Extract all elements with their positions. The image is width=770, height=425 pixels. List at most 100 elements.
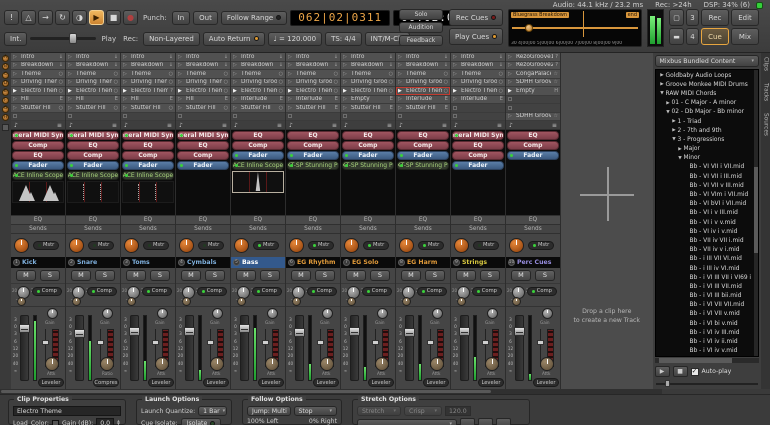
tree-item[interactable]: ▼Minor xyxy=(656,154,759,163)
master-assign-button[interactable]: Mstr xyxy=(33,241,59,250)
clip-slot[interactable]: ▷Stutter Fill○ xyxy=(231,104,285,113)
fader-handle[interactable] xyxy=(514,327,525,336)
clip-slot[interactable]: ▷Intro↓ xyxy=(176,53,230,62)
eq-section-tab[interactable]: EQ xyxy=(11,215,65,224)
inline-scope-display[interactable] xyxy=(67,181,119,203)
clip-play-icon[interactable]: ▷ xyxy=(178,54,184,60)
clip-play-icon[interactable]: ▷ xyxy=(343,62,349,68)
processor-fader[interactable]: Fader xyxy=(342,151,394,160)
channel-fader[interactable] xyxy=(405,315,414,382)
clip-slot[interactable]: ▷Driving Groove○ xyxy=(396,79,450,88)
comp-attack-knob[interactable] xyxy=(210,357,224,371)
comp-mode-button[interactable]: Leveler xyxy=(258,378,284,387)
clip-slot[interactable]: ▷RezoGroove2? xyxy=(506,62,560,71)
clip-play-icon[interactable]: ▷ xyxy=(453,71,459,77)
input-gain-knob[interactable] xyxy=(179,238,194,253)
tree-item[interactable]: Bb - VI i v III.mid xyxy=(656,209,759,218)
session-minimap[interactable]: Bluegrass Breakdown end 30 4|00|00 5|00|… xyxy=(508,9,642,47)
comp-mode-button[interactable]: Leveler xyxy=(423,378,449,387)
clip-slot[interactable]: ▷Stutter Fill○ xyxy=(121,104,175,113)
comp-attack-knob[interactable] xyxy=(430,357,444,371)
makeup-gain-knob[interactable] xyxy=(432,308,443,319)
processor-fader[interactable]: Fader xyxy=(452,161,504,170)
tree-horizontal-scrollbar[interactable] xyxy=(655,358,760,363)
clip-play-icon[interactable]: ▷ xyxy=(13,62,19,68)
clip-name-field[interactable]: Electro Theme xyxy=(13,406,121,416)
comp-enable-button[interactable]: Comp xyxy=(362,287,392,296)
tree-expand-icon[interactable]: ▶ xyxy=(671,119,678,124)
clip-slot[interactable] xyxy=(11,113,65,122)
tree-item[interactable]: ▶Major xyxy=(656,145,759,154)
clip-play-icon[interactable]: ▷ xyxy=(398,79,404,85)
clip-slot[interactable]: ▷Intro↓ xyxy=(11,53,65,62)
comp-mode-button[interactable]: Leveler xyxy=(313,378,339,387)
input-gain-knob[interactable] xyxy=(454,238,469,253)
non-layered-button[interactable]: Non-Layered xyxy=(143,32,200,46)
comp-enable-button[interactable]: Comp xyxy=(252,287,282,296)
master-assign-button[interactable]: Mstr xyxy=(143,241,169,250)
clip-slot[interactable]: ▷Intro↓ xyxy=(286,53,340,62)
clip-slot[interactable]: ▷Theme○ xyxy=(66,70,120,79)
clip-playing-icon[interactable]: ▶ xyxy=(453,88,459,94)
clip-play-icon[interactable]: ▷ xyxy=(508,62,514,68)
input-gain-knob[interactable] xyxy=(69,238,84,253)
processor-fader[interactable]: Fader xyxy=(67,161,119,170)
clip-play-icon[interactable]: ▷ xyxy=(508,79,514,85)
processor-fader[interactable]: Fader xyxy=(122,161,174,170)
clip-slot[interactable] xyxy=(396,113,450,122)
processor-eq[interactable]: EQ xyxy=(12,151,64,160)
processor-eq[interactable]: EQ xyxy=(232,131,284,140)
preview-volume-slider[interactable] xyxy=(655,379,760,388)
tree-item[interactable]: Bb - VI i v v.mid xyxy=(656,218,759,227)
track-options-icon[interactable]: ≡ xyxy=(222,122,227,129)
clip-slot[interactable]: ▷SDHH Groove☆ xyxy=(506,113,560,122)
preview-stop-button[interactable]: ■ xyxy=(673,366,688,377)
tree-item[interactable]: Bb - VI VII i VII.mid xyxy=(656,163,759,172)
clip-play-icon[interactable]: ▷ xyxy=(233,62,239,68)
clip-slot[interactable]: ▷Driving Theme○ xyxy=(66,79,120,88)
processor-fader[interactable]: Fader xyxy=(397,151,449,160)
makeup-gain-knob[interactable] xyxy=(47,308,58,319)
follow-action-dropdown[interactable]: Stop▾ xyxy=(294,406,338,416)
comp-attack-knob[interactable] xyxy=(485,357,499,371)
fader-handle[interactable] xyxy=(404,328,415,337)
tree-item[interactable]: Bb - i VI VII VII.mid xyxy=(656,301,759,310)
preview-play-button[interactable]: ▶ xyxy=(655,366,670,377)
comp-enable-button[interactable]: Comp xyxy=(307,287,337,296)
clip-play-icon[interactable]: ▷ xyxy=(508,71,514,77)
channel-fader[interactable] xyxy=(75,315,84,382)
fader-handle[interactable] xyxy=(184,327,195,336)
channel-fader[interactable] xyxy=(20,315,29,382)
clip-play-icon[interactable]: ▷ xyxy=(233,96,239,102)
cue-page-button[interactable]: Cue xyxy=(701,28,729,45)
clip-slot[interactable]: ▶Electro Theme○ xyxy=(396,87,450,96)
comp-enable-button[interactable]: Comp xyxy=(32,287,62,296)
clip-slot[interactable]: ▷Driving Groove○ xyxy=(451,79,505,88)
processor-eq[interactable]: EQ xyxy=(397,131,449,140)
inline-scope-display[interactable] xyxy=(122,181,174,203)
clip-slot[interactable]: ▷Theme○ xyxy=(121,70,175,79)
track-name-row[interactable]: 8EG Harm xyxy=(396,257,450,268)
int-monitor-button[interactable]: Int. xyxy=(4,32,27,46)
browser-tab-clips[interactable]: Clips xyxy=(763,57,769,71)
edit-page-button[interactable]: Edit xyxy=(731,9,759,26)
fader-handle[interactable] xyxy=(459,327,470,336)
comp-makeup-knob[interactable] xyxy=(457,297,466,306)
clip-slot[interactable]: ▷Breakdown↓ xyxy=(231,62,285,71)
clip-play-icon[interactable]: ▷ xyxy=(68,62,74,68)
comp-enable-button[interactable]: Comp xyxy=(417,287,447,296)
tree-item[interactable]: Bb - i III iv VI.mid xyxy=(656,264,759,273)
clip-play-icon[interactable]: ▷ xyxy=(68,71,74,77)
clip-slot[interactable]: ▷Breakdown↓ xyxy=(11,62,65,71)
processor-comp[interactable]: Comp xyxy=(452,151,504,160)
comp-mode-button[interactable]: Leveler xyxy=(38,378,64,387)
comp-makeup-knob[interactable] xyxy=(182,297,191,306)
tree-item[interactable]: Bb - VI VIm i VII.mid xyxy=(656,190,759,199)
comp-makeup-knob[interactable] xyxy=(402,297,411,306)
comp-attack-knob[interactable] xyxy=(320,357,334,371)
stretch-tool-button-3[interactable] xyxy=(496,418,511,425)
tree-item[interactable]: ▶01 - C Major - A minor xyxy=(656,99,759,108)
eq-section-tab[interactable]: EQ xyxy=(121,215,175,224)
comp-enable-button[interactable]: Comp xyxy=(87,287,117,296)
stretch-tool-button-2[interactable] xyxy=(478,418,493,425)
